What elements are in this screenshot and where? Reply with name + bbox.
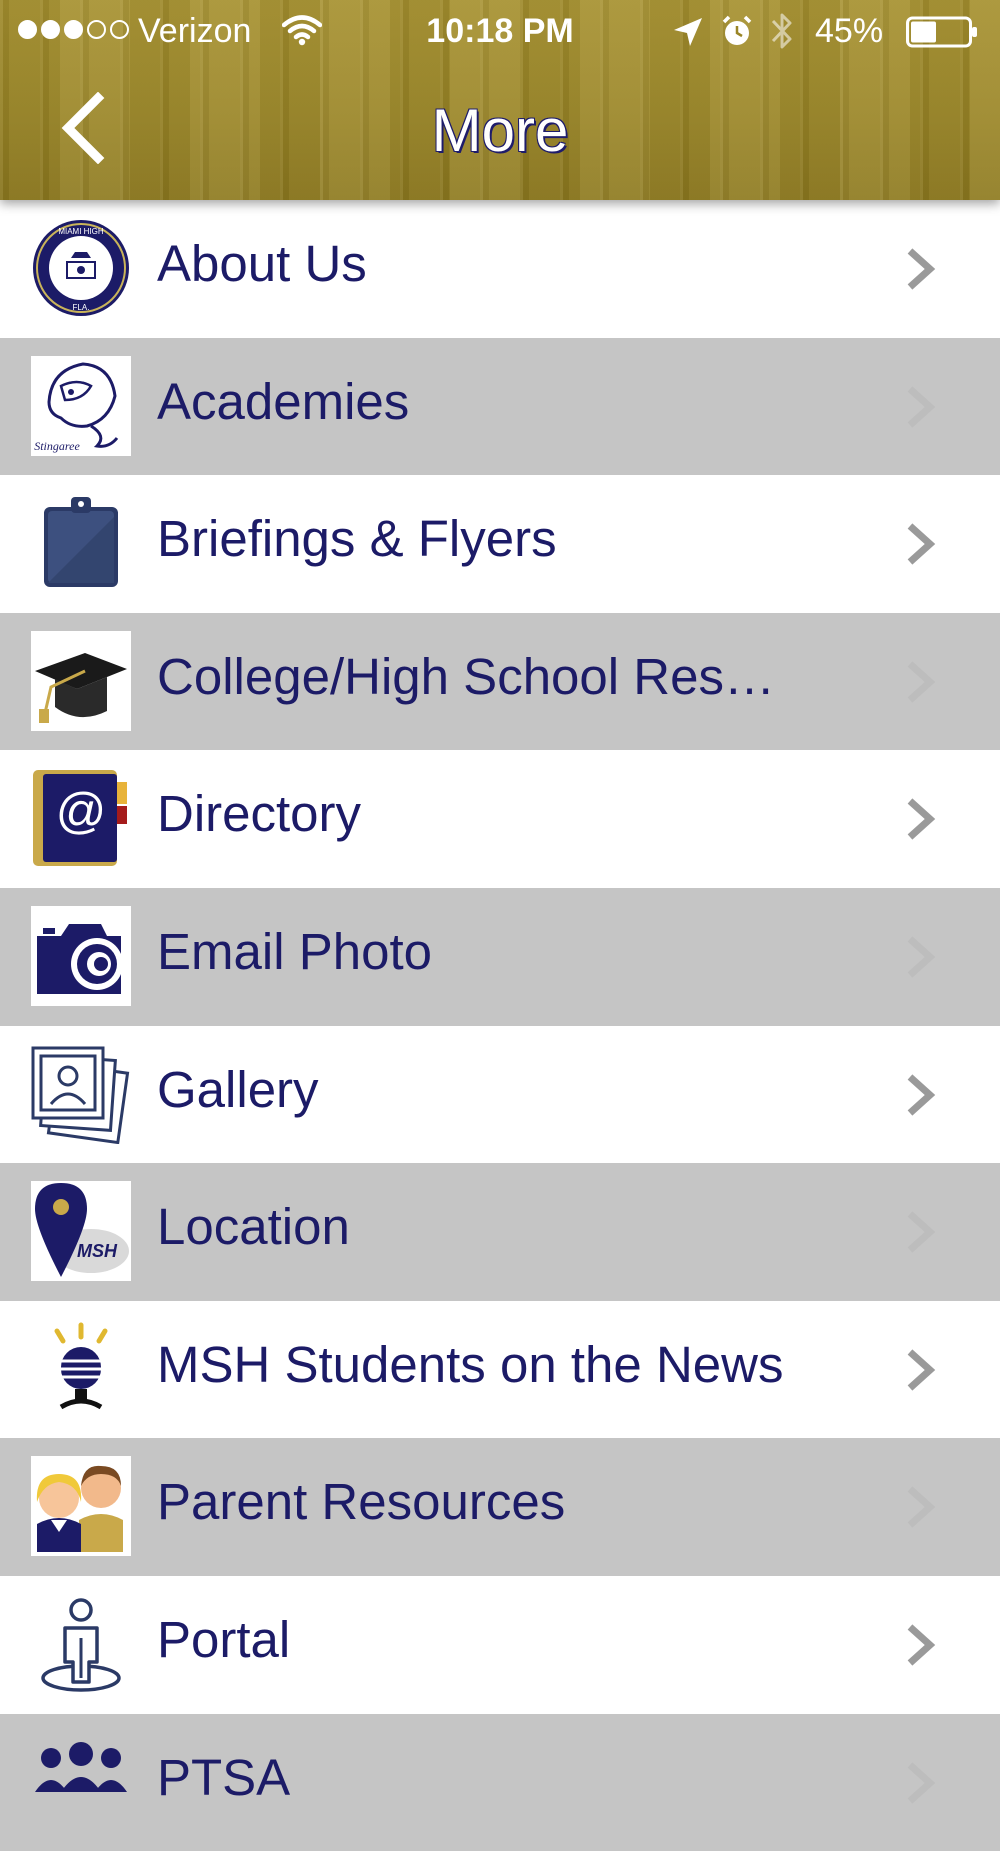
menu-item-portal[interactable]: Portal: [0, 1575, 1000, 1714]
chevron-right-icon: [907, 523, 936, 565]
menu-item-email-photo[interactable]: Email Photo: [0, 887, 1000, 1026]
battery-icon: [906, 16, 977, 48]
svg-text:Stingaree: Stingaree: [34, 439, 80, 453]
clipboard-icon: [31, 493, 131, 594]
group-icon: [31, 1732, 131, 1832]
chevron-right-icon: [907, 798, 936, 840]
menu-item-label: Portal: [157, 1610, 291, 1668]
navigation-header: Verizon 10:18 PM 45% More: [0, 0, 1000, 200]
more-menu-list: MIAMI HIGH FLA. About Us Stingaree Acade…: [0, 200, 1000, 1851]
menu-item-label: Briefings & Flyers: [157, 510, 557, 568]
alarm-icon: [722, 15, 752, 45]
svg-text:MSH: MSH: [77, 1241, 118, 1261]
menu-item-label: Email Photo: [157, 922, 432, 980]
chevron-right-icon: [907, 1761, 936, 1804]
camera-icon: [31, 905, 131, 1006]
address-book-icon: @: [31, 768, 131, 869]
menu-item-ptsa[interactable]: PTSA: [0, 1713, 1000, 1851]
menu-item-label: MSH Students on the News: [157, 1335, 784, 1393]
menu-item-academies[interactable]: Stingaree Academies: [0, 337, 1000, 476]
chevron-right-icon: [907, 1349, 936, 1391]
menu-item-label: Location: [157, 1198, 350, 1256]
microphone-icon: [31, 1318, 131, 1419]
photo-stack-icon: [31, 1043, 131, 1144]
menu-item-label: About Us: [157, 235, 367, 292]
status-bar: Verizon 10:18 PM 45%: [0, 0, 1000, 64]
menu-item-label: College/High School Res…: [157, 647, 775, 705]
chevron-right-icon: [907, 1624, 936, 1666]
bluetooth-icon: [771, 13, 792, 49]
chevron-right-icon: [907, 661, 936, 703]
chevron-right-icon: [907, 1073, 936, 1116]
svg-text:FLA.: FLA.: [73, 303, 90, 312]
menu-item-gallery[interactable]: Gallery: [0, 1025, 1000, 1164]
menu-item-directory[interactable]: @ Directory: [0, 750, 1000, 888]
menu-item-label: Parent Resources: [157, 1473, 566, 1531]
parents-icon: [31, 1456, 131, 1557]
chevron-right-icon: [907, 1486, 936, 1528]
chevron-right-icon: [907, 1211, 936, 1253]
menu-item-briefings-flyers[interactable]: Briefings & Flyers: [0, 475, 1000, 613]
svg-text:MIAMI HIGH: MIAMI HIGH: [58, 227, 104, 236]
menu-item-msh-students-news[interactable]: MSH Students on the News: [0, 1300, 1000, 1439]
page-title: More: [431, 97, 569, 164]
menu-item-label: Academies: [157, 372, 410, 430]
svg-text:@: @: [56, 783, 107, 839]
map-pin-icon: MSH: [31, 1181, 131, 1282]
menu-item-location[interactable]: MSH Location: [0, 1163, 1000, 1301]
chevron-right-icon: [907, 936, 936, 978]
location-arrow-icon: [674, 18, 702, 46]
menu-item-label: Directory: [157, 785, 362, 843]
battery-percent: 45%: [815, 12, 884, 50]
graduation-cap-icon: [31, 630, 131, 731]
chevron-right-icon: [907, 385, 936, 428]
stingaree-icon: Stingaree: [31, 355, 131, 456]
person-portal-icon: [31, 1593, 131, 1694]
school-seal-icon: MIAMI HIGH FLA.: [31, 218, 131, 318]
menu-item-label: PTSA: [157, 1748, 291, 1806]
chevron-right-icon: [907, 248, 936, 290]
menu-item-parent-resources[interactable]: Parent Resources: [0, 1438, 1000, 1576]
menu-item-about-us[interactable]: MIAMI HIGH FLA. About Us: [0, 200, 1000, 338]
menu-item-label: Gallery: [157, 1060, 319, 1118]
menu-item-college-high-school-resources[interactable]: College/High School Res…: [0, 612, 1000, 751]
